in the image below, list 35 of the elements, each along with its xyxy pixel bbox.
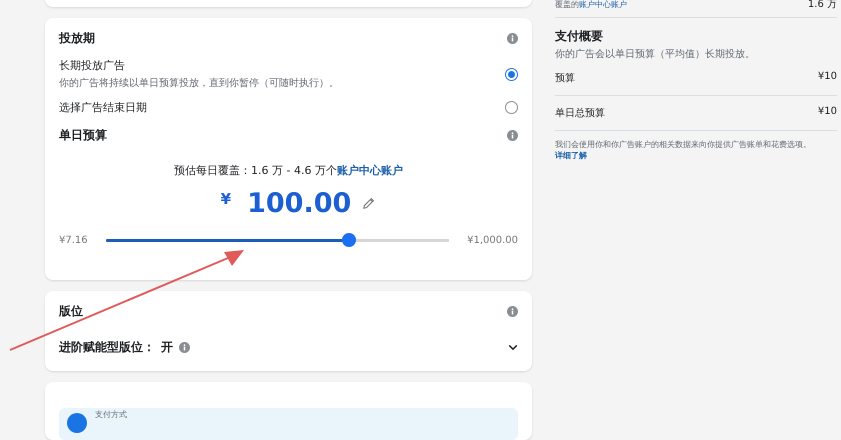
info-icon[interactable]	[179, 342, 190, 353]
account-link[interactable]: 账户中心账户	[336, 164, 403, 178]
slider-thumb[interactable]	[342, 233, 356, 248]
setting-value: 开	[161, 338, 173, 356]
summary-value: ¥10	[818, 71, 837, 84]
max-value: ¥1,000.00	[467, 234, 518, 246]
radio-button[interactable]	[505, 68, 518, 81]
summary-label: 单日总预算	[555, 106, 605, 120]
budget-amount[interactable]: 100.00	[247, 188, 352, 220]
summary-subtitle: 你的广告会以单日预算（平均值）长期投放。	[555, 48, 756, 61]
option-description: 你的广告将持续以单日预算投放，直到你暂停（可随时执行）。	[59, 76, 339, 90]
reach-estimate: 预估每日覆盖：1.6 万 - 4.6 万个	[174, 164, 337, 178]
chevron-down-icon[interactable]	[508, 344, 518, 351]
option-label: 长期投放广告	[59, 58, 126, 74]
info-icon[interactable]	[507, 32, 518, 44]
setting-label: 进阶赋能型版位：	[59, 338, 155, 356]
section-title: 投放期	[59, 30, 95, 47]
option-label: 选择广告结束日期	[59, 100, 147, 116]
learn-more-link[interactable]: 详细了解	[555, 150, 837, 161]
billing-note: 我们会使用你和你广告账户的相关数据来向你提供广告账单和花费选项。	[555, 139, 812, 150]
radio-button[interactable]	[505, 101, 518, 114]
min-value: ¥7.16	[59, 234, 88, 246]
pencil-icon[interactable]	[361, 196, 376, 212]
reach-label: 覆盖的	[555, 0, 579, 8]
payment-label: 支付方式	[95, 408, 127, 420]
summary-label: 预算	[555, 72, 575, 85]
summary-title: 支付概要	[555, 28, 604, 45]
section-title: 版位	[59, 302, 83, 320]
account-link[interactable]: 账户中心账户	[579, 0, 627, 8]
info-icon[interactable]	[507, 306, 518, 317]
summary-value: ¥10	[818, 106, 837, 119]
payment-icon	[67, 412, 87, 433]
info-icon[interactable]	[507, 130, 518, 141]
section-title: 单日预算	[59, 126, 107, 144]
currency-symbol: ¥	[220, 190, 232, 208]
